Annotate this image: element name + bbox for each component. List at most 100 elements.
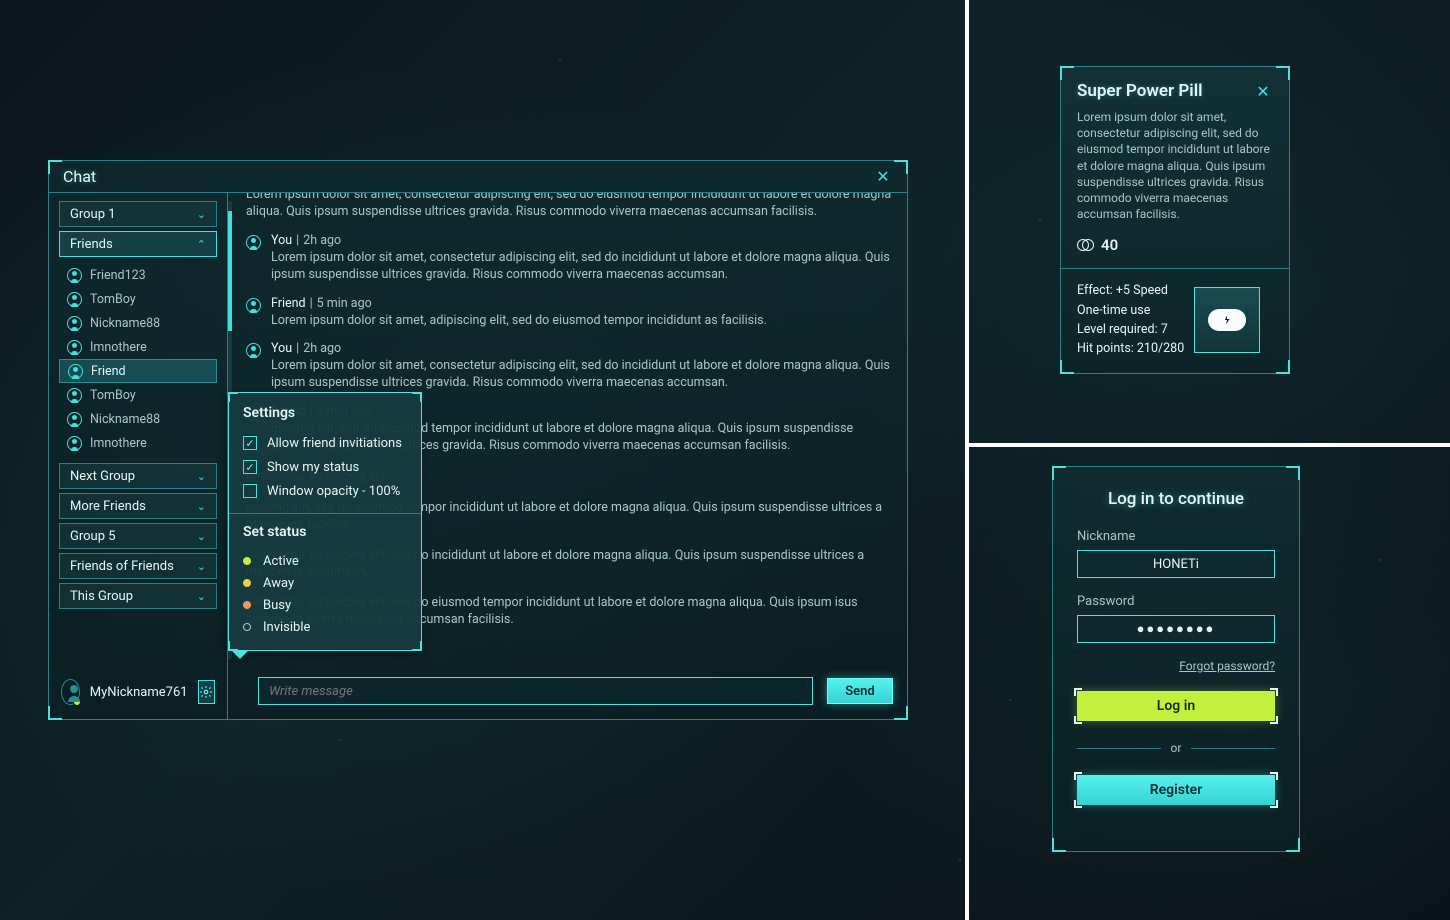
friend-name: Friend123 xyxy=(90,268,146,283)
setting-label: Show my status xyxy=(267,460,359,475)
chevron-down-icon: ⌄ xyxy=(197,470,206,483)
checkbox-icon xyxy=(243,436,257,450)
setting-option[interactable]: Window opacity - 100% xyxy=(243,479,407,503)
pill-icon xyxy=(1208,309,1246,331)
message-input[interactable] xyxy=(258,677,813,705)
setting-option[interactable]: Show my status xyxy=(243,455,407,479)
message-sender: You xyxy=(271,341,292,356)
stat-use: One-time use xyxy=(1077,301,1184,320)
my-nickname: MyNickname761 xyxy=(90,685,188,700)
status-label: Active xyxy=(263,554,299,569)
group-collapsed[interactable]: This Group⌄ xyxy=(59,583,217,609)
chevron-down-icon: ⌄ xyxy=(197,530,206,543)
message-sender: You xyxy=(271,233,292,248)
message: Lorem ipsum dolor sit amet, consectetur … xyxy=(246,193,897,221)
close-icon[interactable]: ✕ xyxy=(873,167,893,187)
status-option[interactable]: Active xyxy=(243,550,407,572)
message-meta: You|2h ago xyxy=(271,233,897,248)
scrollbar-thumb[interactable] xyxy=(228,211,232,331)
coin-icon xyxy=(1077,239,1093,251)
forgot-password-link[interactable]: Forgot password? xyxy=(1077,659,1275,673)
price-value: 40 xyxy=(1101,236,1118,254)
status-option[interactable]: Busy xyxy=(243,594,407,616)
stat-hp: Hit points: 210/280 xyxy=(1077,339,1184,358)
friend-item[interactable]: Imnothere xyxy=(59,431,217,455)
setting-label: Allow friend invitiations xyxy=(267,436,402,451)
friend-item[interactable]: Friend123 xyxy=(59,263,217,287)
message-meta: You|2h ago xyxy=(271,341,897,356)
message-body: Lorem ipsum dolor sit amet, consectetur … xyxy=(271,250,897,284)
send-button[interactable]: Send xyxy=(827,678,893,704)
layout-divider-vertical xyxy=(965,0,969,920)
friend-name: Nickname88 xyxy=(90,316,160,331)
status-label: Away xyxy=(263,576,294,591)
message-time: 2h ago xyxy=(303,233,341,248)
chevron-down-icon: ⌄ xyxy=(197,590,206,603)
friend-name: TomBoy xyxy=(90,292,136,307)
my-avatar xyxy=(61,679,80,705)
setting-label: Window opacity - 100% xyxy=(267,484,400,499)
friend-name: Friend xyxy=(91,364,126,379)
group-collapsed[interactable]: More Friends⌄ xyxy=(59,493,217,519)
group-label: Group 1 xyxy=(70,207,116,222)
group-collapsed[interactable]: Group 5⌄ xyxy=(59,523,217,549)
avatar-icon xyxy=(68,364,83,379)
item-price: 40 xyxy=(1077,236,1273,254)
layout-divider-horizontal xyxy=(969,443,1450,447)
message-meta: Friend|5 min ago xyxy=(271,296,897,311)
stat-effect: Effect: +5 Speed xyxy=(1077,281,1184,300)
group-friends-expanded[interactable]: Friends ⌃ xyxy=(59,231,217,257)
group-collapsed[interactable]: Next Group ⌄ xyxy=(59,463,217,489)
message-time: 2h ago xyxy=(303,341,341,356)
message: You|2h ago Lorem ipsum dolor sit amet, co… xyxy=(246,233,897,284)
friend-item-selected[interactable]: Friend xyxy=(59,359,217,383)
login-button[interactable]: Log in xyxy=(1077,691,1275,721)
nickname-input[interactable] xyxy=(1077,550,1275,578)
message-sender: Friend xyxy=(271,296,306,311)
item-stats: Effect: +5 Speed One-time use Level requ… xyxy=(1077,281,1184,359)
setting-option[interactable]: Allow friend invitiations xyxy=(243,431,407,455)
item-card: Super Power Pill ✕ Lorem ipsum dolor sit… xyxy=(1060,66,1290,374)
status-label: Invisible xyxy=(263,620,310,635)
message-body: Lorem ipsum dolor sit amet, consectetur … xyxy=(246,193,897,221)
or-divider: or xyxy=(1077,741,1275,755)
chevron-up-icon: ⌃ xyxy=(197,238,206,251)
item-title: Super Power Pill xyxy=(1077,81,1203,101)
avatar-icon xyxy=(67,292,82,307)
chevron-down-icon: ⌄ xyxy=(197,500,206,513)
status-dot-icon xyxy=(243,579,251,587)
friend-item[interactable]: Nickname88 xyxy=(59,407,217,431)
chat-sidebar: Group 1 ⌄ Friends ⌃ Friend123 TomBoy Nic… xyxy=(49,193,227,719)
friend-name: TomBoy xyxy=(90,388,136,403)
friend-name: Imnothere xyxy=(90,436,147,451)
password-input[interactable] xyxy=(1077,615,1275,643)
avatar-icon xyxy=(67,436,82,451)
message: Friend|5 min agoLorem ipsum dolor sit am… xyxy=(246,296,897,330)
friend-item[interactable]: Nickname88 xyxy=(59,311,217,335)
close-icon[interactable]: ✕ xyxy=(1253,81,1273,101)
register-button[interactable]: Register xyxy=(1077,775,1275,805)
avatar-icon xyxy=(246,343,261,358)
register-button-label: Register xyxy=(1150,782,1203,798)
item-description: Lorem ipsum dolor sit amet, consectetur … xyxy=(1077,109,1273,222)
status-label: Busy xyxy=(263,598,291,613)
group-label: Next Group xyxy=(70,469,135,484)
gear-icon xyxy=(199,685,213,699)
friend-item[interactable]: TomBoy xyxy=(59,287,217,311)
status-option[interactable]: Away xyxy=(243,572,407,594)
group-collapsed[interactable]: Friends of Friends⌄ xyxy=(59,553,217,579)
settings-button[interactable] xyxy=(198,680,215,704)
checkbox-icon xyxy=(243,484,257,498)
compose-row: Send xyxy=(228,667,907,719)
friend-item[interactable]: Imnothere xyxy=(59,335,217,359)
status-dot-icon xyxy=(243,557,251,565)
stat-level: Level required: 7 xyxy=(1077,320,1184,339)
message-time: 5 min ago xyxy=(317,296,372,311)
friend-item[interactable]: TomBoy xyxy=(59,383,217,407)
group-collapsed[interactable]: Group 1 ⌄ xyxy=(59,201,217,227)
or-label: or xyxy=(1171,741,1182,755)
chevron-down-icon: ⌄ xyxy=(197,208,206,221)
status-option[interactable]: Invisible xyxy=(243,616,407,638)
status-dot-icon xyxy=(73,698,81,706)
settings-popover: Settings Allow friend invitiations Show … xyxy=(228,392,422,651)
